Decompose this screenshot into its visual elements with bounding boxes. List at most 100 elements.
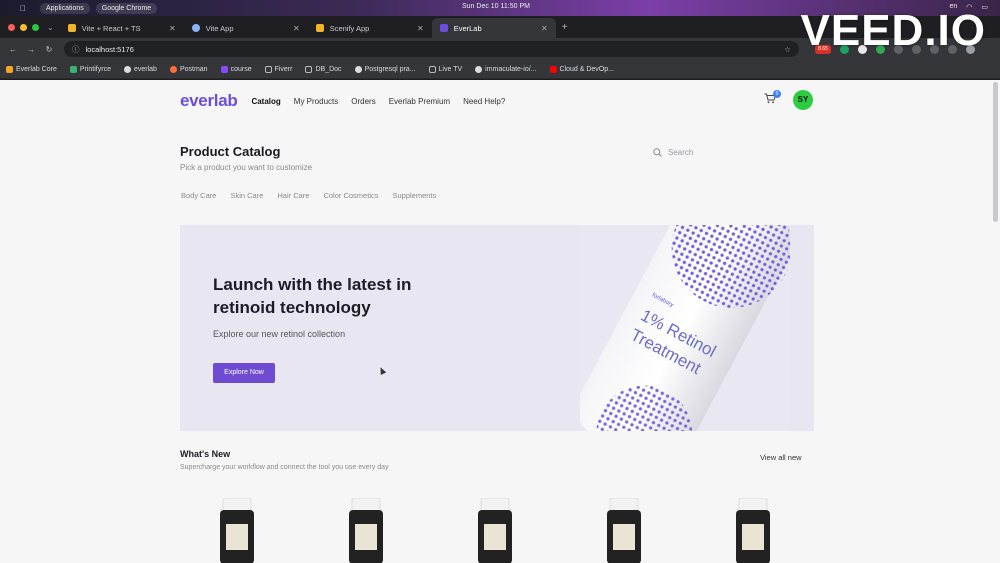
site-logo[interactable]: everlab: [180, 91, 238, 111]
search-icon: [653, 148, 662, 157]
folder-icon: [264, 65, 272, 73]
browser-tab[interactable]: Vite App ✕: [184, 18, 308, 38]
bookmark-star-icon[interactable]: ☆: [784, 45, 791, 54]
bookmark-item[interactable]: Postman: [169, 65, 208, 73]
address-text: localhost:5176: [85, 44, 134, 54]
category-tab-skin-care[interactable]: Skin Care: [230, 191, 263, 200]
nav-orders[interactable]: Orders: [351, 97, 375, 106]
category-tabs: Body Care Skin Care Hair Care Color Cosm…: [181, 191, 436, 200]
tab-close-icon[interactable]: ✕: [541, 24, 548, 33]
tab-close-icon[interactable]: ✕: [417, 24, 424, 33]
tab-favicon-icon: [191, 24, 200, 32]
bookmark-item[interactable]: Printifyrce: [69, 65, 111, 73]
product-card[interactable]: [438, 486, 554, 563]
os-clock: Sun Dec 10 11:50 PM: [462, 3, 530, 10]
whats-new-subtitle: Supercharge your workflow and connect th…: [180, 464, 389, 471]
category-tab-color-cosmetics[interactable]: Color Cosmetics: [323, 191, 378, 200]
supplement-jar-image: [478, 498, 512, 563]
nav-need-help[interactable]: Need Help?: [463, 97, 505, 106]
category-tab-supplements[interactable]: Supplements: [392, 191, 436, 200]
address-bar[interactable]: ⓘ localhost:5176 ☆: [64, 41, 799, 57]
nav-catalog[interactable]: Catalog: [251, 97, 280, 106]
bookmark-label: Postgresql pra...: [364, 65, 416, 73]
search-placeholder: Search: [668, 148, 694, 157]
supplement-jar-image: [349, 498, 383, 563]
category-tab-hair-care[interactable]: Hair Care: [277, 191, 309, 200]
cart-count-badge: 0: [773, 90, 781, 98]
site-info-icon[interactable]: ⓘ: [72, 44, 80, 55]
page-subtitle: Pick a product you want to customize: [180, 163, 313, 172]
back-icon[interactable]: ←: [4, 45, 22, 54]
browser-tab[interactable]: Scenify App ✕: [308, 18, 432, 38]
tab-title: Vite + React + TS: [81, 23, 141, 33]
site-header: everlab Catalog My Products Orders Everl…: [180, 90, 814, 112]
github-icon: [123, 65, 131, 73]
explore-now-button[interactable]: Explore Now: [213, 363, 275, 383]
user-avatar[interactable]: SY: [793, 90, 813, 110]
view-all-new-link[interactable]: View all new: [760, 453, 802, 462]
product-card[interactable]: [567, 486, 683, 563]
maximize-window-button[interactable]: [32, 24, 39, 31]
nav-my-products[interactable]: My Products: [294, 97, 338, 106]
bookmark-label: Postman: [179, 65, 208, 73]
reload-icon[interactable]: ↻: [40, 45, 58, 54]
tab-title: Scenify App: [329, 23, 370, 33]
supplement-jar-image: [220, 498, 254, 563]
bookmark-item[interactable]: course: [220, 65, 252, 73]
os-menu-chrome[interactable]: Google Chrome: [95, 2, 158, 14]
bookmark-item[interactable]: Cloud & DevOp...: [549, 65, 614, 73]
hero-banner: Launch with the latest in retinoid techn…: [180, 225, 814, 431]
bookmark-label: Printifyrce: [79, 65, 111, 73]
page-title: Product Catalog: [180, 144, 281, 159]
nav-everlab-premium[interactable]: Everlab Premium: [389, 97, 450, 106]
tab-search-icon[interactable]: ⌄: [47, 23, 54, 32]
minimize-window-button[interactable]: [20, 24, 27, 31]
bookmark-label: course: [230, 65, 252, 73]
tab-favicon-icon: [439, 24, 448, 32]
category-tab-body-care[interactable]: Body Care: [181, 191, 216, 200]
page-scrollbar[interactable]: [993, 82, 998, 222]
bookmark-item[interactable]: immaculate-io/...: [475, 65, 537, 73]
os-menu-applications[interactable]: Applications: [40, 2, 90, 14]
github-icon: [354, 65, 362, 73]
bookmarks-bar: Everlab Core Printifyrce everlab Postman…: [0, 60, 1000, 79]
forward-icon[interactable]: →: [22, 45, 40, 54]
tab-favicon-icon: [67, 24, 76, 32]
tab-title: Vite App: [205, 23, 234, 33]
bookmark-folder[interactable]: DB_Doc: [305, 65, 342, 73]
new-products-row: [180, 486, 814, 563]
bookmark-item[interactable]: Postgresql pra...: [354, 65, 416, 73]
supplement-jar-image: [607, 498, 641, 563]
veed-watermark: VEED.IO: [800, 6, 986, 55]
search-box[interactable]: Search: [653, 148, 693, 157]
screen:  Applications Google Chrome Sun Dec 10 …: [0, 0, 1000, 563]
tab-close-icon[interactable]: ✕: [293, 24, 300, 33]
postman-icon: [169, 65, 177, 73]
bookmark-item[interactable]: everlab: [123, 65, 157, 73]
bookmark-favicon-icon: [6, 65, 13, 73]
hero-title: Launch with the latest in retinoid techn…: [213, 275, 412, 317]
bookmark-item[interactable]: Everlab Core: [6, 65, 57, 73]
bookmark-label: Live TV: [438, 65, 463, 73]
web-page: everlab Catalog My Products Orders Everl…: [0, 80, 1000, 563]
close-window-button[interactable]: [8, 24, 15, 31]
product-card[interactable]: [309, 486, 425, 563]
window-controls: [8, 24, 39, 31]
apple-icon[interactable]: : [18, 4, 28, 13]
browser-tab[interactable]: Vite + React + TS ✕: [60, 18, 184, 38]
bookmark-folder[interactable]: Live TV: [428, 65, 463, 73]
browser-tab-active[interactable]: EverLab ✕: [431, 18, 556, 38]
tab-close-icon[interactable]: ✕: [169, 24, 176, 33]
github-icon: [475, 65, 483, 73]
bookmark-folder[interactable]: Fiverr: [264, 65, 293, 73]
new-tab-icon[interactable]: +: [562, 22, 568, 33]
folder-icon: [305, 65, 313, 73]
bookmark-label: DB_Doc: [315, 65, 342, 73]
bookmark-favicon-icon: [69, 65, 77, 73]
bookmark-label: Everlab Core: [16, 65, 57, 73]
bookmark-label: everlab: [133, 65, 157, 73]
product-card[interactable]: [180, 486, 296, 563]
bookmark-label: Fiverr: [274, 65, 293, 73]
product-card[interactable]: [696, 486, 812, 563]
whats-new-title: What's New: [180, 449, 231, 459]
